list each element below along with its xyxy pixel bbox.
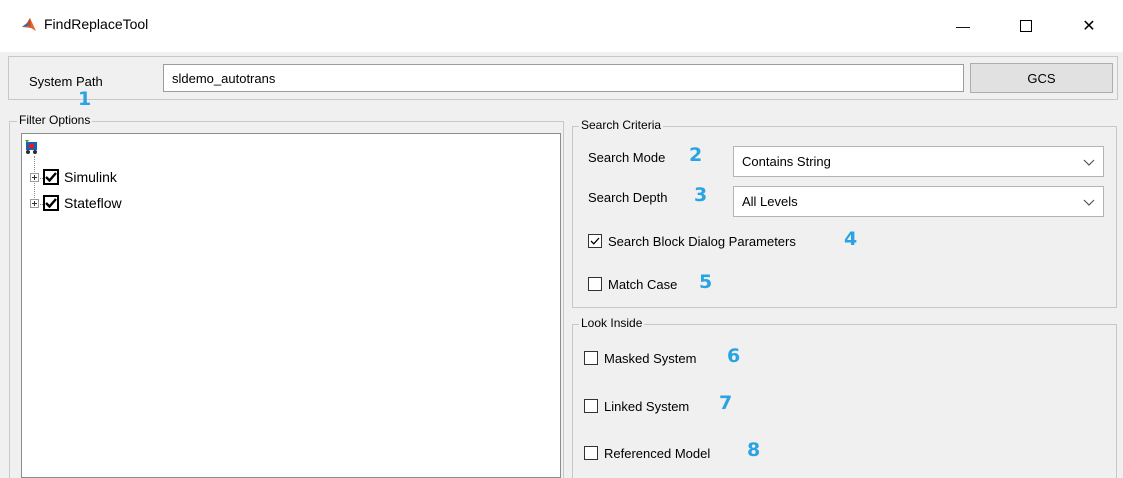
linked-system-checkbox[interactable]: [584, 399, 598, 413]
search-depth-value: All Levels: [742, 194, 798, 209]
match-case-label: Match Case: [608, 276, 678, 292]
match-case-checkbox[interactable]: [588, 277, 602, 291]
maximize-icon: [1020, 20, 1032, 32]
checkmark-icon: [45, 172, 57, 182]
search-mode-value: Contains String: [742, 154, 831, 169]
close-icon: ✕: [1082, 18, 1096, 35]
search-mode-label: Search Mode: [588, 150, 666, 165]
maximize-button[interactable]: [1003, 8, 1049, 44]
referenced-model-label: Referenced Model: [604, 445, 711, 461]
tree-item-stateflow[interactable]: Stateflow: [30, 194, 122, 212]
checkmark-icon: [590, 237, 600, 245]
chevron-down-icon: [1083, 159, 1095, 166]
search-mode-dropdown[interactable]: Contains String: [733, 146, 1104, 177]
linked-system-option[interactable]: Linked System: [584, 396, 689, 416]
callout-8: 8: [747, 439, 761, 461]
chevron-down-icon: [1083, 199, 1095, 206]
search-criteria-title: Search Criteria: [579, 118, 664, 132]
block-dialog-option[interactable]: Search Block Dialog Parameters: [588, 231, 796, 251]
tree-item-simulink[interactable]: Simulink: [30, 168, 117, 186]
system-path-input[interactable]: sldemo_autotrans: [163, 64, 964, 92]
search-depth-label: Search Depth: [588, 190, 668, 205]
masked-system-option[interactable]: Masked System: [584, 348, 696, 368]
masked-system-label: Masked System: [604, 350, 697, 366]
checkmark-icon: [45, 198, 57, 208]
block-dialog-label: Search Block Dialog Parameters: [608, 233, 796, 249]
filter-options-title: Filter Options: [17, 113, 93, 127]
callout-1: 1: [78, 88, 92, 110]
look-inside-title: Look Inside: [579, 316, 645, 330]
referenced-model-checkbox[interactable]: [584, 446, 598, 460]
expand-icon[interactable]: [30, 198, 39, 208]
block-dialog-checkbox[interactable]: [588, 234, 602, 248]
callout-5: 5: [699, 271, 713, 293]
simulink-checkbox[interactable]: [43, 169, 59, 185]
callout-2: 2: [689, 144, 703, 166]
tree-item-label: Stateflow: [64, 195, 122, 211]
callout-3: 3: [694, 184, 708, 206]
callout-6: 6: [727, 345, 741, 367]
referenced-model-option[interactable]: Referenced Model: [584, 443, 710, 463]
close-button[interactable]: ✕: [1066, 8, 1112, 44]
match-case-option[interactable]: Match Case: [588, 274, 677, 294]
tree-item-label: Simulink: [64, 169, 117, 185]
callout-4: 4: [844, 228, 858, 250]
simulink-model-icon: [24, 139, 40, 158]
system-path-label: System Path: [29, 74, 103, 89]
masked-system-checkbox[interactable]: [584, 351, 598, 365]
linked-system-label: Linked System: [604, 398, 690, 414]
minimize-button[interactable]: —: [940, 8, 986, 44]
gcs-button[interactable]: GCS: [970, 63, 1113, 93]
search-depth-dropdown[interactable]: All Levels: [733, 186, 1104, 217]
stateflow-checkbox[interactable]: [43, 195, 59, 211]
expand-icon[interactable]: [30, 172, 39, 182]
window-title: FindReplaceTool: [44, 16, 149, 32]
callout-7: 7: [719, 392, 733, 414]
minimize-icon: —: [956, 18, 970, 34]
matlab-logo-icon: [21, 17, 37, 33]
